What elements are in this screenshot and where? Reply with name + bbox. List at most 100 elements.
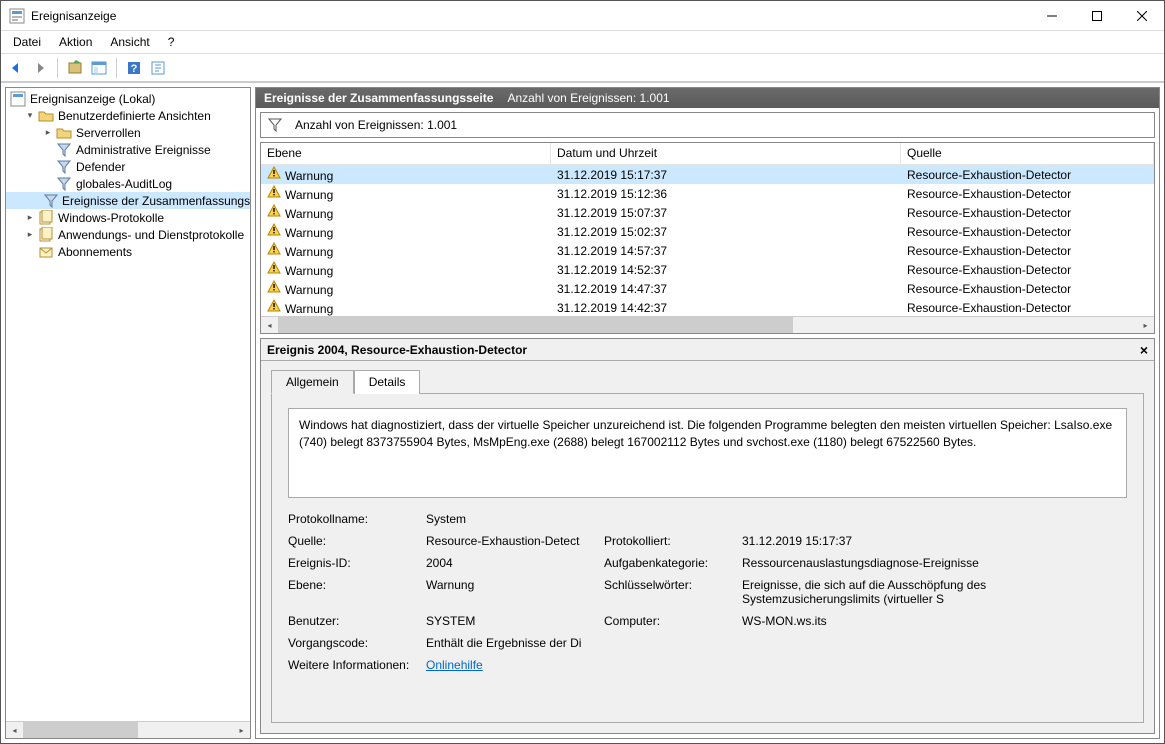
- tree: Ereignisanzeige (Lokal) ▾ Benutzerdefini…: [6, 88, 250, 262]
- cell-source: Resource-Exhaustion-Detector: [901, 187, 1154, 201]
- cell-level: Warnung: [285, 169, 333, 183]
- col-source[interactable]: Quelle: [901, 143, 1154, 164]
- value-logged: 31.12.2019 15:17:37: [742, 534, 1127, 548]
- value-computer: WS-MON.ws.its: [742, 614, 1127, 628]
- detail-panel: Ereignis 2004, Resource-Exhaustion-Detec…: [260, 338, 1155, 734]
- scroll-right-icon[interactable]: ▸: [1137, 317, 1154, 333]
- tree-subscriptions[interactable]: Abonnements: [6, 243, 250, 260]
- refresh-button[interactable]: [147, 57, 169, 79]
- label-moreinfo: Weitere Informationen:: [288, 658, 418, 672]
- tree-admin-events[interactable]: Administrative Ereignisse: [6, 141, 250, 158]
- show-hide-tree-button[interactable]: [64, 57, 86, 79]
- expand-icon[interactable]: ▸: [24, 212, 36, 224]
- scroll-left-icon[interactable]: ◂: [6, 722, 23, 738]
- collapse-icon[interactable]: ▾: [24, 110, 36, 122]
- filter-icon[interactable]: [267, 117, 283, 133]
- label-logged: Protokolliert:: [604, 534, 734, 548]
- table-row[interactable]: Warnung31.12.2019 15:17:37Resource-Exhau…: [261, 165, 1154, 184]
- tab-general[interactable]: Allgemein: [271, 370, 354, 394]
- online-help-link[interactable]: Onlinehilfe: [426, 658, 483, 672]
- tree-label: Benutzerdefinierte Ansichten: [58, 109, 211, 123]
- label-user: Benutzer:: [288, 614, 418, 628]
- table-row[interactable]: Warnung31.12.2019 15:07:37Resource-Exhau…: [261, 203, 1154, 222]
- tree-app-service-logs[interactable]: ▸ Anwendungs- und Dienstprotokolle: [6, 226, 250, 243]
- tree-summary-events[interactable]: Ereignisse der Zusammenfassungsseite: [6, 192, 250, 209]
- list-body[interactable]: Warnung31.12.2019 15:17:37Resource-Exhau…: [261, 165, 1154, 316]
- tree-label: Anwendungs- und Dienstprotokolle: [58, 228, 244, 242]
- col-level[interactable]: Ebene: [261, 143, 551, 164]
- value-source: Resource-Exhaustion-Detect: [426, 534, 596, 548]
- sidebar: Ereignisanzeige (Lokal) ▾ Benutzerdefini…: [5, 87, 251, 739]
- expand-icon[interactable]: ▸: [42, 127, 54, 139]
- app-icon: [9, 8, 25, 24]
- detail-title: Ereignis 2004, Resource-Exhaustion-Detec…: [267, 343, 527, 357]
- table-row[interactable]: Warnung31.12.2019 14:52:37Resource-Exhau…: [261, 260, 1154, 279]
- event-fields: Protokollname: System Quelle: Resource-E…: [288, 512, 1127, 672]
- expand-icon[interactable]: ▸: [24, 229, 36, 241]
- warning-icon: [267, 185, 281, 199]
- tree-global-audit[interactable]: globales-AuditLog: [6, 175, 250, 192]
- cell-source: Resource-Exhaustion-Detector: [901, 301, 1154, 315]
- tree-server-roles[interactable]: ▸ Serverrollen: [6, 124, 250, 141]
- event-viewer-icon: [10, 91, 26, 107]
- help-button[interactable]: ?: [123, 57, 145, 79]
- menu-view[interactable]: Ansicht: [102, 33, 157, 51]
- subscriptions-icon: [38, 244, 54, 260]
- cell-source: Resource-Exhaustion-Detector: [901, 244, 1154, 258]
- warning-icon: [267, 166, 281, 180]
- main-panel: Ereignisse der Zusammenfassungsseite Anz…: [255, 87, 1160, 739]
- close-button[interactable]: [1119, 1, 1164, 30]
- menu-action[interactable]: Aktion: [51, 33, 100, 51]
- cell-level: Warnung: [285, 302, 333, 316]
- window-title: Ereignisanzeige: [31, 9, 1029, 23]
- back-button[interactable]: [5, 57, 27, 79]
- label-keywords: Schlüsselwörter:: [604, 578, 734, 606]
- label-computer: Computer:: [604, 614, 734, 628]
- scroll-right-icon[interactable]: ▸: [233, 722, 250, 738]
- close-icon[interactable]: ×: [1140, 342, 1148, 358]
- scroll-thumb[interactable]: [278, 317, 793, 333]
- cell-source: Resource-Exhaustion-Detector: [901, 282, 1154, 296]
- table-row[interactable]: Warnung31.12.2019 15:12:36Resource-Exhau…: [261, 184, 1154, 203]
- maximize-button[interactable]: [1074, 1, 1119, 30]
- cell-level: Warnung: [285, 207, 333, 221]
- scroll-thumb[interactable]: [23, 722, 138, 738]
- tree-custom-views[interactable]: ▾ Benutzerdefinierte Ansichten: [6, 107, 250, 124]
- tree-defender[interactable]: Defender: [6, 158, 250, 175]
- table-row[interactable]: Warnung31.12.2019 14:57:37Resource-Exhau…: [261, 241, 1154, 260]
- forward-button[interactable]: [29, 57, 51, 79]
- table-row[interactable]: Warnung31.12.2019 15:02:37Resource-Exhau…: [261, 222, 1154, 241]
- warning-icon: [267, 261, 281, 275]
- value-logname: System: [426, 512, 596, 526]
- list-scrollbar[interactable]: ◂ ▸: [261, 316, 1154, 333]
- col-datetime[interactable]: Datum und Uhrzeit: [551, 143, 901, 164]
- tree-label: Windows-Protokolle: [58, 211, 164, 225]
- warning-icon: [267, 242, 281, 256]
- tree-root[interactable]: Ereignisanzeige (Lokal): [6, 90, 250, 107]
- warning-icon: [267, 280, 281, 294]
- minimize-button[interactable]: [1029, 1, 1074, 30]
- filter-icon: [44, 193, 58, 209]
- event-list: Ebene Datum und Uhrzeit Quelle Warnung31…: [260, 142, 1155, 334]
- value-user: SYSTEM: [426, 614, 596, 628]
- panel-count: Anzahl von Ereignissen: 1.001: [507, 91, 669, 105]
- tree-label: Ereignisse der Zusammenfassungsseite: [62, 194, 251, 208]
- label-level: Ebene:: [288, 578, 418, 606]
- tab-details[interactable]: Details: [354, 370, 421, 394]
- content: Ereignisanzeige (Lokal) ▾ Benutzerdefini…: [1, 82, 1164, 743]
- scroll-left-icon[interactable]: ◂: [261, 317, 278, 333]
- detail-tabs: Allgemein Details: [271, 369, 1144, 393]
- table-row[interactable]: Warnung31.12.2019 14:42:37Resource-Exhau…: [261, 298, 1154, 316]
- properties-button[interactable]: [88, 57, 110, 79]
- sidebar-scrollbar[interactable]: ◂ ▸: [6, 721, 250, 738]
- menu-file[interactable]: Datei: [5, 33, 49, 51]
- tree-label: Ereignisanzeige (Lokal): [30, 92, 155, 106]
- menu-help[interactable]: ?: [160, 33, 183, 51]
- tree-windows-logs[interactable]: ▸ Windows-Protokolle: [6, 209, 250, 226]
- label-eventid: Ereignis-ID:: [288, 556, 418, 570]
- table-row[interactable]: Warnung31.12.2019 14:47:37Resource-Exhau…: [261, 279, 1154, 298]
- value-taskcat: Ressourcenauslastungsdiagnose-Ereignisse: [742, 556, 1127, 570]
- svg-text:?: ?: [131, 63, 138, 75]
- tree-label: Administrative Ereignisse: [76, 143, 211, 157]
- label-taskcat: Aufgabenkategorie:: [604, 556, 734, 570]
